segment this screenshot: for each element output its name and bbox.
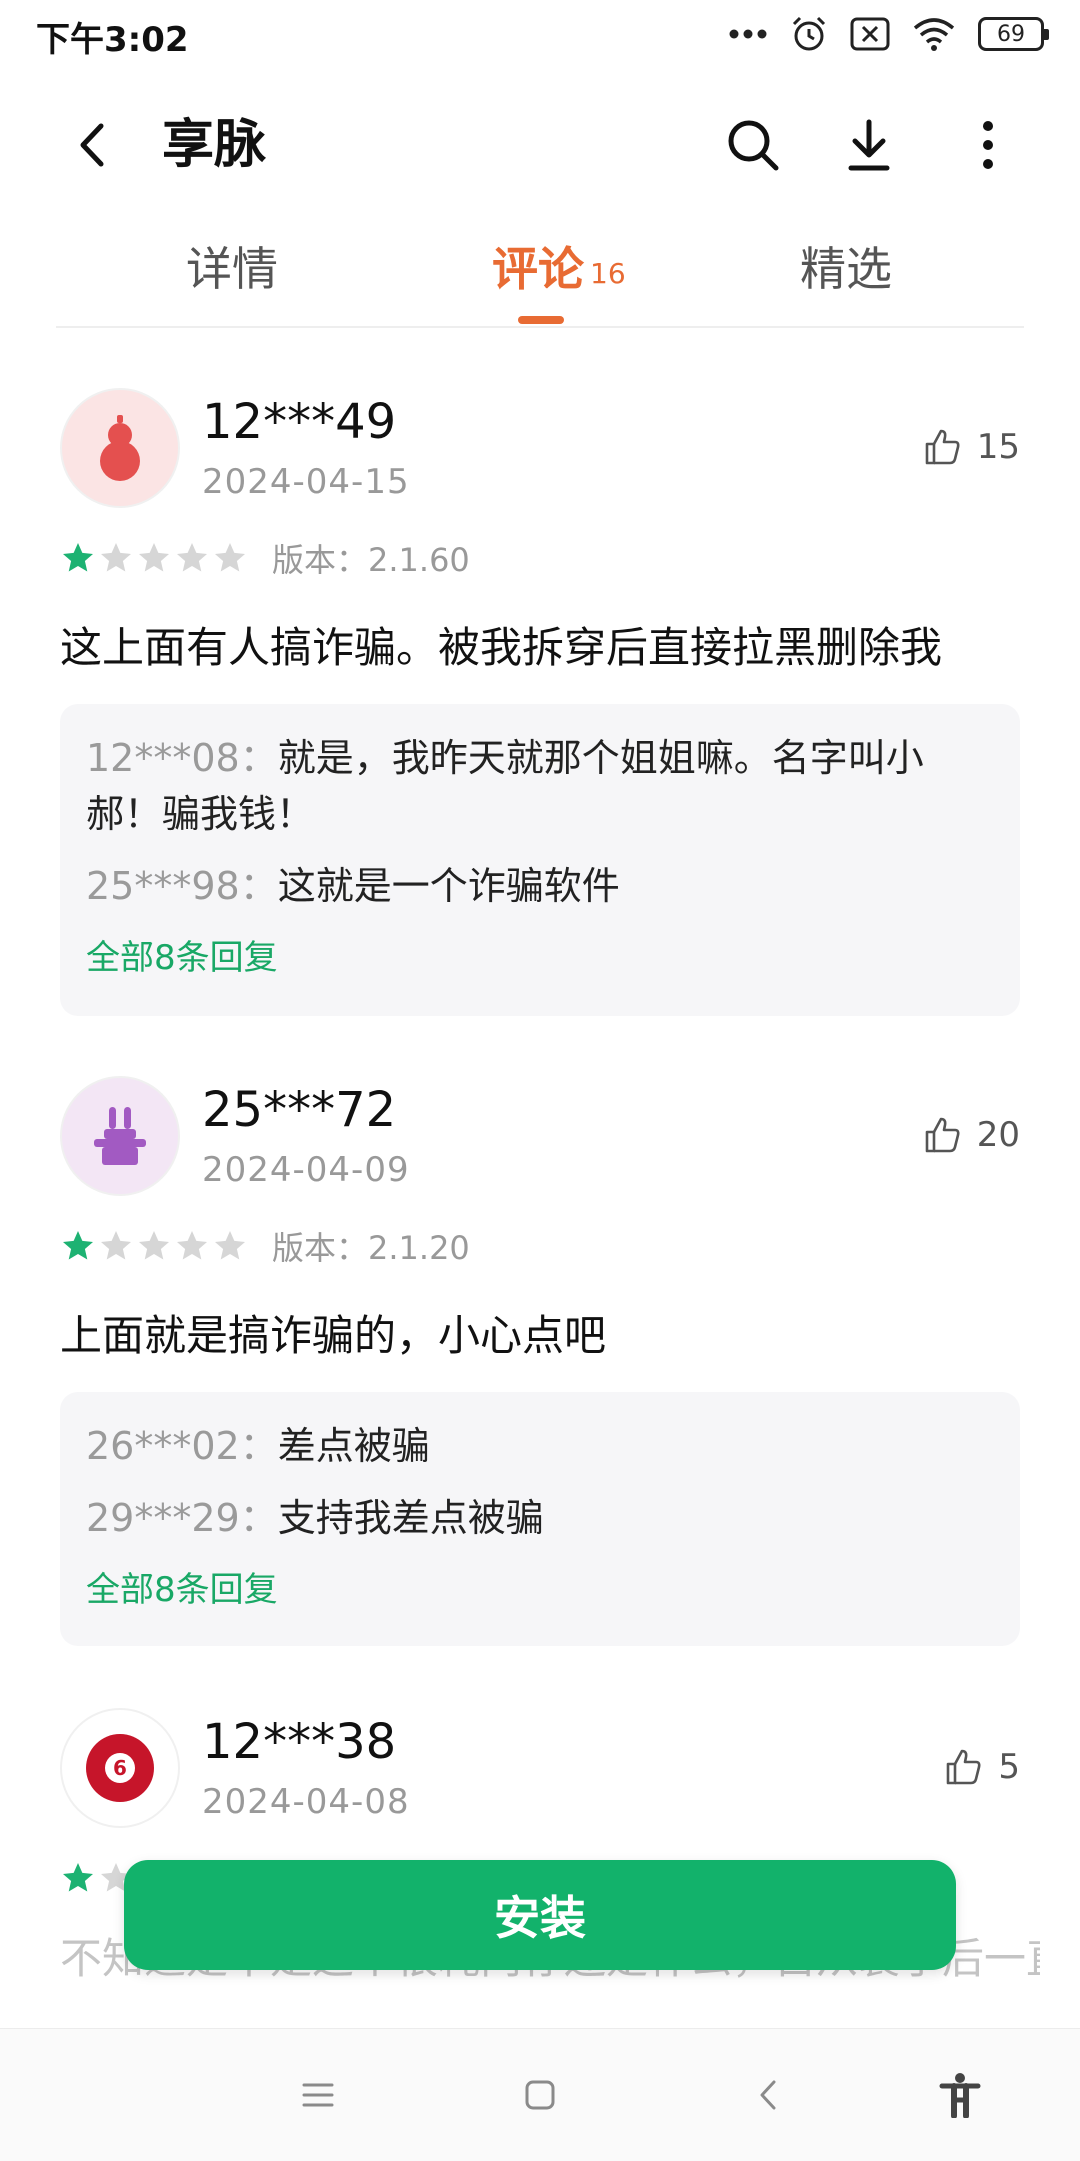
review-username: 12***38 [202, 1714, 397, 1770]
tab-comments-label: 评论 [492, 242, 584, 296]
avatar [60, 388, 180, 508]
star-empty-icon [101, 1231, 131, 1260]
comment-count: 16 [590, 257, 626, 290]
home-nav-button[interactable] [512, 2067, 568, 2123]
reply-username: 12***08： [86, 736, 278, 780]
all-replies-link[interactable]: 全部8条回复 [86, 930, 994, 986]
app-version: 版本：2.1.60 [272, 541, 470, 579]
status-time: 下午3:02 [36, 20, 189, 60]
star-empty-icon [177, 543, 207, 572]
tab-featured[interactable]: 精选 [800, 236, 892, 302]
search-icon [728, 120, 779, 171]
back-nav-button[interactable] [740, 2067, 796, 2123]
billiard-ball-6-icon: 6 [86, 1734, 154, 1802]
battery-icon: 69 [978, 17, 1049, 51]
all-replies-link[interactable]: 全部8条回复 [86, 1562, 994, 1618]
download-button[interactable] [836, 112, 902, 178]
battery-level: 69 [997, 21, 1025, 47]
thumbs-up-icon [925, 1117, 960, 1153]
thumbs-up-icon [947, 1749, 981, 1785]
wifi-icon [912, 17, 956, 51]
star-filled-icon [63, 543, 93, 572]
star-empty-icon [215, 543, 245, 572]
review-date: 2024-04-09 [202, 1150, 410, 1190]
gourd-icon [100, 415, 140, 481]
avatar: 6 [60, 1708, 180, 1828]
review-username: 12***49 [202, 394, 397, 450]
back-button[interactable] [60, 112, 126, 178]
like-button[interactable]: 5 [944, 1742, 1020, 1792]
dots-icon [728, 28, 768, 40]
more-button[interactable] [955, 112, 1021, 178]
reply-item: 26***02：差点被骗 [86, 1418, 994, 1474]
reply-text: 这就是一个诈骗软件 [277, 864, 620, 908]
active-tab-indicator [518, 316, 564, 324]
home-icon [525, 2080, 555, 2110]
app-version: 版本：2.1.20 [272, 1229, 470, 1267]
reply-username: 25***98： [86, 864, 278, 908]
thumbs-up-icon [925, 429, 960, 465]
app-bar: 享脉 [0, 90, 1080, 200]
sim-off-icon [850, 17, 890, 51]
status-icons: 69 [728, 12, 1049, 56]
accessibility-icon [939, 2073, 981, 2118]
reply-text: 支持我差点被骗 [277, 1496, 544, 1540]
star-rating: 版本：2.1.20 [60, 1224, 470, 1268]
review-date: 2024-04-08 [202, 1782, 410, 1822]
like-count: 20 [976, 1115, 1020, 1155]
reply-item: 25***98：这就是一个诈骗软件 [86, 858, 994, 914]
alarm-icon [790, 15, 828, 53]
install-button[interactable]: 安装 [124, 1860, 956, 1970]
reply-username: 29***29： [86, 1496, 278, 1540]
like-count: 5 [998, 1747, 1020, 1787]
reply-item: 12***08：就是，我昨天就那个姐姐嘛。名字叫小郝！骗我钱！ [86, 730, 994, 842]
menu-icon [302, 2083, 334, 2107]
reply-box: 26***02：差点被骗 29***29：支持我差点被骗 全部8条回复 [60, 1392, 1020, 1646]
star-empty-icon [177, 1231, 207, 1260]
star-empty-icon [139, 1231, 169, 1260]
star-empty-icon [101, 543, 131, 572]
status-bar: 下午3:02 69 [0, 0, 1080, 66]
back-nav-icon [760, 2080, 776, 2110]
download-icon [848, 119, 890, 171]
menu-nav-button[interactable] [290, 2067, 346, 2123]
like-button[interactable]: 20 [923, 1110, 1020, 1160]
avatar [60, 1076, 180, 1196]
app-title: 享脉 [162, 115, 267, 175]
tab-details-label: 详情 [186, 242, 278, 296]
review-text: 上面就是搞诈骗的，小心点吧 [60, 1311, 607, 1360]
reply-username: 26***02： [86, 1424, 278, 1468]
reply-text: 差点被骗 [277, 1424, 430, 1468]
tab-comments[interactable]: 评论 16 [492, 236, 626, 302]
search-button[interactable] [720, 112, 786, 178]
tab-bar: 详情 评论 16 精选 [56, 220, 1024, 328]
review-date: 2024-04-15 [202, 462, 410, 502]
review-username: 25***72 [202, 1082, 397, 1138]
review-text: 这上面有人搞诈骗。被我拆穿后直接拉黑删除我 [60, 623, 943, 672]
reply-box: 12***08：就是，我昨天就那个姐姐嘛。名字叫小郝！骗我钱！ 25***98：… [60, 704, 1020, 1016]
like-button[interactable]: 15 [923, 422, 1020, 472]
review-item: 12***49 2024-04-15 15 版本：2.1.60 这上面有人搞诈骗… [60, 388, 1020, 1018]
star-filled-icon [63, 1231, 93, 1260]
back-icon [80, 123, 104, 167]
like-count: 15 [976, 427, 1020, 467]
star-empty-icon [139, 543, 169, 572]
magic-hat-rabbit-icon [94, 1107, 146, 1165]
star-empty-icon [215, 1231, 245, 1260]
review-item: 25***72 2024-04-09 20 版本：2.1.20 上面就是搞诈骗的… [60, 1076, 1020, 1646]
ball-number: 6 [113, 1756, 127, 1780]
star-filled-icon [63, 1863, 93, 1892]
accessibility-nav-button[interactable] [932, 2067, 988, 2123]
tab-details[interactable]: 详情 [186, 236, 278, 302]
reply-item: 29***29：支持我差点被骗 [86, 1490, 994, 1546]
more-vertical-icon [983, 121, 993, 169]
system-nav-bar [0, 2028, 1080, 2161]
star-rating: 版本：2.1.60 [60, 536, 470, 580]
tab-featured-label: 精选 [800, 242, 892, 296]
